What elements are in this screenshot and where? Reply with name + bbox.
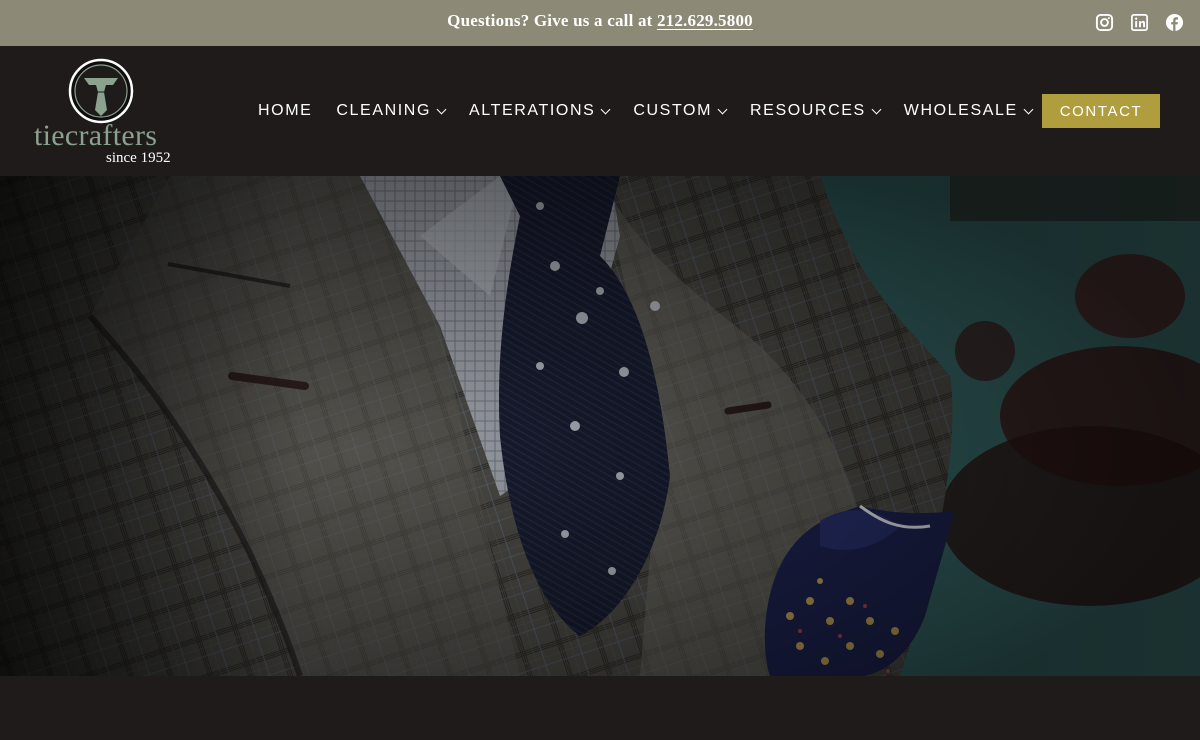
brand-name: tiecrafters bbox=[34, 119, 158, 152]
nav-item-label: CLEANING bbox=[336, 102, 432, 119]
chevron-down-icon bbox=[717, 104, 728, 114]
page-content-area bbox=[0, 676, 1200, 740]
nav-item-label: CUSTOM bbox=[633, 102, 713, 119]
nav-item-alterations[interactable]: ALTERATIONS bbox=[469, 102, 611, 120]
chevron-down-icon bbox=[871, 104, 882, 114]
chevron-down-icon bbox=[600, 104, 611, 114]
instagram-icon[interactable] bbox=[1095, 13, 1114, 32]
site-header: tiecrafters since 1952 HOME CLEANING ALT… bbox=[0, 46, 1200, 176]
suit-tie-photo bbox=[0, 176, 1200, 676]
site-logo[interactable]: tiecrafters since 1952 bbox=[34, 58, 184, 168]
main-nav: HOME CLEANING ALTERATIONS CUSTOM RESOURC… bbox=[258, 46, 1056, 176]
chevron-down-icon bbox=[1023, 104, 1034, 114]
tie-logo-icon bbox=[68, 58, 134, 124]
call-us-label: Questions? Give us a call at bbox=[447, 11, 653, 30]
announcement-bar: Questions? Give us a call at 212.629.580… bbox=[0, 0, 1200, 46]
nav-item-label: HOME bbox=[258, 102, 313, 119]
contact-button[interactable]: CONTACT bbox=[1042, 94, 1160, 128]
nav-item-custom[interactable]: CUSTOM bbox=[633, 102, 728, 120]
nav-item-home[interactable]: HOME bbox=[258, 102, 312, 120]
hero-image bbox=[0, 176, 1200, 676]
nav-item-resources[interactable]: RESOURCES bbox=[750, 102, 882, 120]
facebook-icon[interactable] bbox=[1165, 13, 1184, 32]
chevron-down-icon bbox=[436, 104, 447, 114]
call-us-text: Questions? Give us a call at 212.629.580… bbox=[0, 11, 1200, 31]
linkedin-icon[interactable] bbox=[1130, 13, 1149, 32]
nav-item-label: WHOLESALE bbox=[903, 102, 1018, 119]
nav-item-label: ALTERATIONS bbox=[469, 102, 596, 119]
brand-tagline: since 1952 bbox=[106, 150, 171, 166]
nav-item-label: RESOURCES bbox=[750, 102, 866, 119]
phone-link[interactable]: 212.629.5800 bbox=[657, 11, 753, 30]
nav-item-wholesale[interactable]: WHOLESALE bbox=[903, 102, 1034, 120]
nav-item-cleaning[interactable]: CLEANING bbox=[336, 102, 447, 120]
